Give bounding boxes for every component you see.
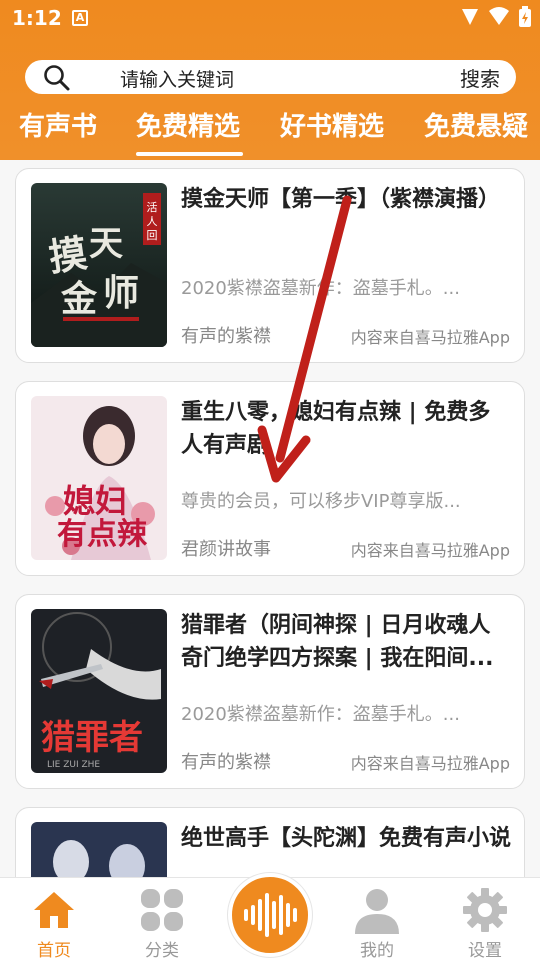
nav-profile[interactable]: 我的 — [337, 878, 417, 960]
notification-icon: A — [72, 10, 88, 26]
book-author: 有声的紫襟 — [181, 326, 271, 347]
book-source: 内容来自喜马拉雅App — [350, 328, 510, 347]
book-title: 摸金天师【第一季】（紫襟演播） — [181, 187, 501, 212]
svg-text:活: 活 — [147, 201, 158, 214]
gear-icon — [463, 888, 507, 932]
play-audio-button[interactable] — [228, 873, 312, 957]
wifi-icon — [489, 7, 509, 25]
user-icon — [355, 889, 399, 934]
tab-free-suspense[interactable]: 免费悬疑 — [424, 106, 528, 143]
svg-text:摸: 摸 — [46, 230, 90, 280]
svg-text:猎罪者: 猎罪者 — [41, 718, 143, 758]
status-time: 1:12 — [12, 6, 62, 30]
tab-good-books[interactable]: 好书精选 — [280, 106, 384, 143]
nav-label-profile: 我的 — [360, 941, 394, 960]
book-title: 绝世高手【头陀渊】免费有声小说 — [181, 826, 511, 851]
book-cover: 活 人 回 摸 天 金 师 — [31, 183, 167, 347]
svg-text:LIE ZUI ZHE: LIE ZUI ZHE — [47, 760, 100, 770]
tab-free-picks[interactable]: 免费精选 — [136, 106, 240, 143]
nav-settings[interactable]: 设置 — [445, 878, 525, 960]
search-input[interactable]: 请输入关键词 — [120, 65, 234, 92]
book-description: 尊贵的会员，可以移步VIP尊享版... — [181, 491, 461, 512]
book-description: 2020紫襟盗墓新作：盗墓手札。... — [181, 278, 460, 299]
svg-text:有点辣: 有点辣 — [57, 517, 148, 552]
active-tab-indicator — [136, 152, 243, 156]
svg-text:金: 金 — [60, 278, 98, 320]
book-author: 君颜讲故事 — [181, 539, 271, 560]
book-source: 内容来自喜马拉雅App — [350, 541, 510, 560]
audio-wave-icon — [244, 893, 297, 937]
search-button[interactable]: 搜索 — [460, 63, 500, 92]
cover-art: 猎罪者 LIE ZUI ZHE — [31, 609, 167, 773]
svg-text:人: 人 — [147, 215, 158, 228]
cover-art: 媳妇 有点辣 — [31, 396, 167, 560]
nav-label-category: 分类 — [145, 941, 179, 960]
svg-text:媳妇: 媳妇 — [63, 482, 127, 520]
nav-home[interactable]: 首页 — [14, 878, 94, 960]
book-cover: 猎罪者 LIE ZUI ZHE — [31, 609, 167, 773]
book-author: 有声的紫襟 — [181, 752, 271, 773]
home-icon — [34, 892, 74, 928]
svg-text:回: 回 — [147, 229, 158, 242]
search-icon — [44, 65, 70, 91]
book-cover: 媳妇 有点辣 — [31, 396, 167, 560]
nav-category[interactable]: 分类 — [122, 878, 202, 960]
nav-label-settings: 设置 — [468, 941, 502, 960]
tab-audiobook[interactable]: 有声书 — [19, 106, 97, 143]
book-title: 重生八零，媳妇有点辣 | 免费多人有声剧 — [181, 400, 491, 458]
search-bar[interactable]: 请输入关键词 搜索 — [25, 60, 516, 94]
cover-art: 活 人 回 摸 天 金 师 — [31, 183, 167, 347]
book-title: 猎罪者（阴间神探 | 日月收魂人 奇门绝学四方探案 | 我在阳间... — [181, 613, 494, 671]
svg-text:师: 师 — [103, 272, 139, 314]
book-source: 内容来自喜马拉雅App — [350, 754, 510, 773]
battery-icon — [519, 6, 531, 27]
book-card[interactable]: 媳妇 有点辣 重生八零，媳妇有点辣 | 免费多人有声剧 尊贵的会员，可以移步VI… — [15, 381, 525, 576]
signal-icon — [462, 9, 478, 25]
grid-icon — [141, 889, 183, 931]
book-card[interactable]: 猎罪者 LIE ZUI ZHE 猎罪者（阴间神探 | 日月收魂人 奇门绝学四方探… — [15, 594, 525, 789]
book-description: 2020紫襟盗墓新作：盗墓手札。... — [181, 704, 460, 725]
svg-text:天: 天 — [89, 224, 123, 264]
category-tabs: 有声书 免费精选 好书精选 免费悬疑 — [0, 106, 540, 160]
header-bar: 1:12 A 请输入关键词 搜索 有声书 免费精选 好书精选 免费悬疑 — [0, 0, 540, 160]
book-card[interactable]: 活 人 回 摸 天 金 师 摸金天师【第一季】（紫襟演播） 2020紫襟盗墓新作… — [15, 168, 525, 363]
status-icons — [460, 6, 532, 28]
nav-label-home: 首页 — [37, 941, 71, 960]
status-bar: 1:12 A — [0, 0, 540, 40]
